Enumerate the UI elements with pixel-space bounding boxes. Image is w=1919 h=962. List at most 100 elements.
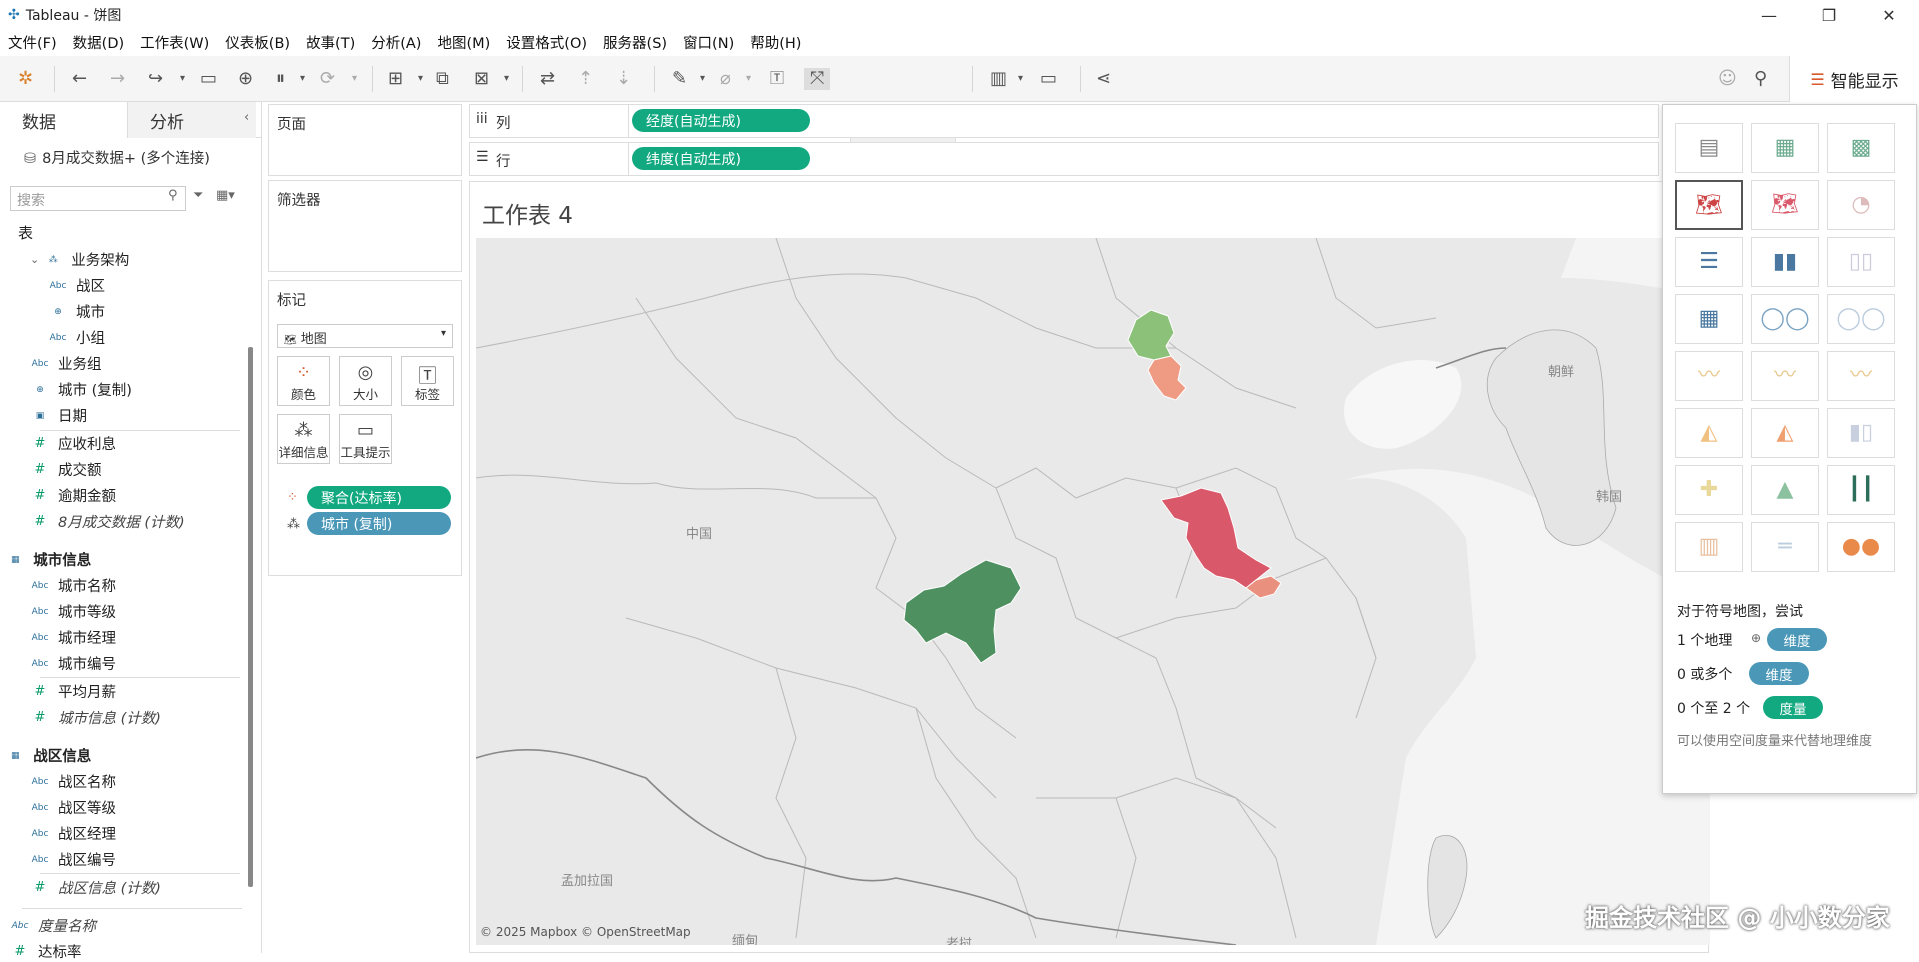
map-attribution[interactable]: © 2025 Mapbox © OpenStreetMap xyxy=(480,925,691,939)
chevron-down-icon[interactable]: ⌄ xyxy=(0,553,1,566)
filters-shelf[interactable]: 筛选器 xyxy=(268,180,462,272)
field-item[interactable]: # 战区信息 (计数) xyxy=(30,877,161,898)
field-item[interactable]: Abc 战区 xyxy=(48,275,105,296)
chart-type-thumb-22[interactable]: ▥ xyxy=(1675,522,1743,572)
new-worksheet-icon[interactable]: ⊞ xyxy=(388,68,403,90)
menu-story[interactable]: 故事(T) xyxy=(298,32,363,53)
chart-type-thumb-12[interactable]: ◯◯ xyxy=(1827,294,1895,344)
field-item[interactable]: Abc 战区经理 xyxy=(30,823,116,844)
pages-shelf[interactable]: 页面 xyxy=(268,104,462,176)
field-item[interactable]: Abc 小组 xyxy=(48,327,105,348)
field-item[interactable]: ⌄ ▦ 战区信息 xyxy=(0,745,91,766)
chevron-down-icon[interactable]: ▾ xyxy=(700,68,705,90)
mark-type-dropdown[interactable]: 🗺 地图 ▾ xyxy=(277,324,453,348)
chart-type-thumb-8[interactable]: ▮▮ xyxy=(1751,237,1819,287)
format-painter-icon[interactable]: ⚲ xyxy=(1754,68,1767,90)
rows-pill[interactable]: 纬度(自动生成) xyxy=(632,147,810,170)
maximize-button[interactable]: ❐ xyxy=(1799,0,1859,30)
field-item[interactable]: # 应收利息 xyxy=(30,433,116,454)
columns-pill[interactable]: 经度(自动生成) xyxy=(632,109,810,132)
chart-type-thumb-6[interactable]: ◔ xyxy=(1827,180,1895,230)
chevron-down-icon[interactable]: ⌄ xyxy=(0,749,1,762)
replay-icon[interactable]: ↪ xyxy=(148,68,163,90)
field-item[interactable]: ⌄ ⁂ 业务架构 xyxy=(30,249,129,270)
chart-type-thumb-11[interactable]: ◯◯ xyxy=(1751,294,1819,344)
sort-ascending-icon[interactable]: ⇡ xyxy=(578,68,593,90)
chart-type-thumb-19[interactable]: ✚ xyxy=(1675,465,1743,515)
field-item[interactable]: Abc 城市编号 xyxy=(30,653,116,674)
menu-file[interactable]: 文件(F) xyxy=(0,32,65,53)
rows-shelf[interactable]: ☰ 行 纬度(自动生成) xyxy=(469,142,1659,176)
chevron-down-icon[interactable]: ⌄ xyxy=(30,253,39,266)
detail-button[interactable]: ⁂ 详细信息 xyxy=(277,414,330,464)
chart-type-thumb-18[interactable]: ▮▯ xyxy=(1827,408,1895,458)
chevron-down-icon[interactable]: ▾ xyxy=(746,68,751,90)
field-item[interactable]: Abc 战区名称 xyxy=(30,771,116,792)
swap-icon[interactable]: ⇄ xyxy=(540,68,555,90)
menu-server[interactable]: 服务器(S) xyxy=(595,32,675,53)
chevron-down-icon[interactable]: ▾ xyxy=(418,68,423,90)
menu-help[interactable]: 帮助(H) xyxy=(742,32,809,53)
minimize-button[interactable]: — xyxy=(1739,0,1799,30)
field-item[interactable]: ⊕ 城市 (复制) xyxy=(30,379,132,400)
chart-type-thumb-21[interactable]: ┃┃ xyxy=(1827,465,1895,515)
field-item[interactable]: Abc 城市名称 xyxy=(30,575,116,596)
duplicate-sheet-icon[interactable]: ⧉ xyxy=(436,68,449,90)
columns-shelf[interactable]: iii 列 经度(自动生成) xyxy=(469,104,1659,138)
close-button[interactable]: ✕ xyxy=(1859,0,1919,30)
field-item[interactable]: # 平均月薪 xyxy=(30,681,116,702)
chart-type-thumb-24[interactable]: ●● xyxy=(1827,522,1895,572)
field-item[interactable]: Abc 城市经理 xyxy=(30,627,116,648)
chart-type-thumb-13[interactable]: 〰 xyxy=(1675,351,1743,401)
size-button[interactable]: ◎ 大小 xyxy=(339,356,392,406)
share-icon[interactable]: ⋖ xyxy=(1096,68,1111,90)
chart-type-thumb-15[interactable]: 〰 xyxy=(1827,351,1895,401)
chart-type-thumb-5[interactable]: 🗺 xyxy=(1751,180,1819,230)
chevron-down-icon[interactable]: ▾ xyxy=(180,68,185,90)
field-item[interactable]: Abc 战区等级 xyxy=(30,797,116,818)
field-item[interactable]: Abc 城市等级 xyxy=(30,601,116,622)
chart-type-thumb-4[interactable]: 🗺 xyxy=(1675,180,1743,230)
map-view[interactable]: 中国 韩国 朝鲜 孟加拉国 缅甸 老挝 xyxy=(476,238,1710,945)
scrollbar[interactable] xyxy=(248,347,253,887)
field-item[interactable]: ⌄ ▦ 城市信息 xyxy=(0,549,91,570)
fix-axes-icon[interactable]: ⤧ xyxy=(804,68,831,90)
field-item[interactable]: ▣ 日期 xyxy=(30,405,87,426)
chart-type-thumb-16[interactable]: ◭ xyxy=(1675,408,1743,458)
tab-analysis[interactable]: 分析 xyxy=(128,102,256,138)
chart-type-thumb-7[interactable]: ☰ xyxy=(1675,237,1743,287)
mark-pill-color[interactable]: 聚合(达标率) xyxy=(307,486,451,509)
color-button[interactable]: ⁘ 颜色 xyxy=(277,356,330,406)
pause-updates-icon[interactable]: ⏸ xyxy=(276,68,285,90)
redo-icon[interactable]: → xyxy=(110,68,125,90)
field-item[interactable]: Abc 战区编号 xyxy=(30,849,116,870)
menu-worksheet[interactable]: 工作表(W) xyxy=(132,32,217,53)
menu-window[interactable]: 窗口(N) xyxy=(675,32,742,53)
menu-map[interactable]: 地图(M) xyxy=(429,32,498,53)
chevron-down-icon[interactable]: ▾ xyxy=(300,68,305,90)
field-item[interactable]: #8月成交数据 (计数) xyxy=(30,511,185,532)
chevron-down-icon[interactable]: ▾ xyxy=(352,68,357,90)
save-icon[interactable]: ▭ xyxy=(200,68,217,90)
chart-type-thumb-3[interactable]: ▩ xyxy=(1827,123,1895,173)
tab-data[interactable]: 数据 xyxy=(0,102,128,138)
field-item[interactable]: # 城市信息 (计数) xyxy=(30,707,161,728)
field-item[interactable]: # 逾期金额 xyxy=(30,485,116,506)
menu-analysis[interactable]: 分析(A) xyxy=(363,32,429,53)
view-options-icon[interactable]: ▦▾ xyxy=(216,188,235,203)
mark-pill-detail[interactable]: 城市 (复制) xyxy=(307,512,451,535)
tableau-start-icon[interactable]: ✲ xyxy=(18,68,33,90)
presentation-icon[interactable]: ▭ xyxy=(1040,68,1057,90)
field-item[interactable]: ⊕ 城市 xyxy=(48,301,105,322)
tooltip-button[interactable]: ▭ 工具提示 xyxy=(339,414,392,464)
field-item[interactable]: # 成交额 xyxy=(30,459,102,480)
search-input[interactable]: 搜索 xyxy=(10,186,186,211)
chart-type-thumb-17[interactable]: ◭ xyxy=(1751,408,1819,458)
field-item[interactable]: Abc 度量名称 xyxy=(10,915,96,936)
menu-format[interactable]: 设置格式(O) xyxy=(498,32,595,53)
group-icon[interactable]: ⌀ xyxy=(720,68,731,90)
sort-descending-icon[interactable]: ⇣ xyxy=(616,68,631,90)
clear-sheet-icon[interactable]: ⊠ xyxy=(474,68,489,90)
chart-type-thumb-20[interactable]: ▲ xyxy=(1751,465,1819,515)
highlight-icon[interactable]: ✎ xyxy=(672,68,687,90)
